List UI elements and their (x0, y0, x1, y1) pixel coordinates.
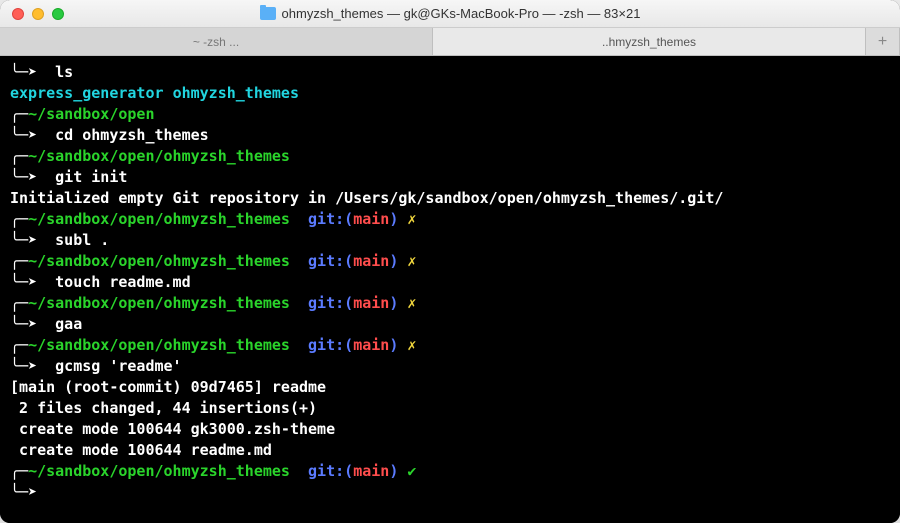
commit-line-2: 2 files changed, 44 insertions(+) (10, 399, 317, 417)
git-branch: main (353, 462, 389, 480)
cmd-touch: touch readme.md (55, 273, 190, 291)
prompt-path: ~/sandbox/open/ohmyzsh_themes (28, 147, 290, 165)
prompt-arrow-top: ╭─ (10, 210, 28, 228)
traffic-lights (12, 8, 64, 20)
prompt-arrow-top: ╭─ (10, 105, 28, 123)
cmd-gaa: gaa (55, 315, 82, 333)
prompt-arrow: ╰─➤ (10, 231, 55, 249)
paren-open: ( (344, 252, 353, 270)
ls-output-2: ohmyzsh_themes (173, 84, 299, 102)
terminal-body[interactable]: ╰─➤ ls express_generator ohmyzsh_themes … (0, 56, 900, 523)
paren-open: ( (344, 294, 353, 312)
dirty-icon: ✗ (407, 210, 416, 228)
paren-open: ( (344, 462, 353, 480)
prompt-arrow-top: ╭─ (10, 336, 28, 354)
git-label: git: (308, 252, 344, 270)
git-branch: main (353, 210, 389, 228)
prompt-arrow: ╰─➤ (10, 273, 55, 291)
paren-open: ( (344, 336, 353, 354)
minimize-button[interactable] (32, 8, 44, 20)
dirty-icon: ✗ (407, 294, 416, 312)
clean-icon: ✔ (407, 462, 416, 480)
close-button[interactable] (12, 8, 24, 20)
prompt-path: ~/sandbox/open (28, 105, 154, 123)
window-title-wrap: ohmyzsh_themes — gk@GKs-MacBook-Pro — -z… (10, 6, 890, 21)
cmd-ls: ls (55, 63, 73, 81)
git-branch: main (353, 336, 389, 354)
dirty-icon: ✗ (407, 336, 416, 354)
prompt-arrow: ╰─➤ (10, 168, 55, 186)
prompt-arrow: ╰─➤ (10, 63, 55, 81)
tab-zsh[interactable]: ~ -zsh ... (0, 28, 433, 55)
plus-icon: + (878, 33, 887, 51)
dirty-icon: ✗ (407, 252, 416, 270)
paren-close: ) (389, 336, 398, 354)
commit-line-3: create mode 100644 gk3000.zsh-theme (10, 420, 335, 438)
cmd-git-init: git init (55, 168, 127, 186)
git-label: git: (308, 294, 344, 312)
git-label: git: (308, 336, 344, 354)
prompt-arrow-top: ╭─ (10, 294, 28, 312)
terminal-window: ohmyzsh_themes — gk@GKs-MacBook-Pro — -z… (0, 0, 900, 523)
prompt-arrow: ╰─➤ (10, 315, 55, 333)
paren-close: ) (389, 294, 398, 312)
git-branch: main (353, 294, 389, 312)
git-branch: main (353, 252, 389, 270)
folder-icon (260, 7, 276, 20)
prompt-arrow-top: ╭─ (10, 462, 28, 480)
git-label: git: (308, 462, 344, 480)
new-tab-button[interactable]: + (866, 28, 900, 55)
window-title: ohmyzsh_themes — gk@GKs-MacBook-Pro — -z… (282, 6, 641, 21)
paren-open: ( (344, 210, 353, 228)
prompt-arrow: ╰─➤ (10, 483, 55, 501)
prompt-arrow-top: ╭─ (10, 147, 28, 165)
tab-label: ~ -zsh ... (193, 35, 239, 49)
prompt-path: ~/sandbox/open/ohmyzsh_themes (28, 336, 290, 354)
commit-line-1: [main (root-commit) 09d7465] readme (10, 378, 326, 396)
maximize-button[interactable] (52, 8, 64, 20)
paren-close: ) (389, 210, 398, 228)
tab-label: ..hmyzsh_themes (602, 35, 696, 49)
tab-bar: ~ -zsh ... ..hmyzsh_themes + (0, 28, 900, 56)
prompt-path: ~/sandbox/open/ohmyzsh_themes (28, 294, 290, 312)
prompt-path: ~/sandbox/open/ohmyzsh_themes (28, 462, 290, 480)
git-label: git: (308, 210, 344, 228)
cmd-cd: cd ohmyzsh_themes (55, 126, 209, 144)
cmd-gcmsg: gcmsg 'readme' (55, 357, 181, 375)
git-init-output: Initialized empty Git repository in /Use… (10, 189, 723, 207)
ls-output-1: express_generator (10, 84, 164, 102)
prompt-arrow: ╰─➤ (10, 126, 55, 144)
paren-close: ) (389, 252, 398, 270)
paren-close: ) (389, 462, 398, 480)
prompt-arrow-top: ╭─ (10, 252, 28, 270)
commit-line-4: create mode 100644 readme.md (10, 441, 272, 459)
prompt-arrow: ╰─➤ (10, 357, 55, 375)
tab-themes[interactable]: ..hmyzsh_themes (433, 28, 866, 55)
cmd-subl: subl . (55, 231, 109, 249)
prompt-path: ~/sandbox/open/ohmyzsh_themes (28, 210, 290, 228)
titlebar: ohmyzsh_themes — gk@GKs-MacBook-Pro — -z… (0, 0, 900, 28)
prompt-path: ~/sandbox/open/ohmyzsh_themes (28, 252, 290, 270)
